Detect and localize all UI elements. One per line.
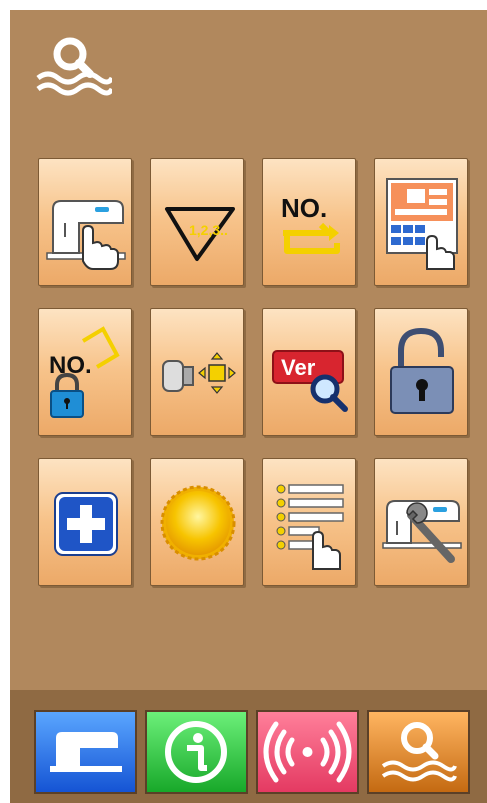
screen: 1,2,3.. NO. NO. Ver [10,10,487,803]
machine-wrench-icon [382,500,462,563]
tile-sewing-machine-touch[interactable] [38,158,132,286]
search-waves-icon [381,722,457,782]
search-button[interactable] [367,710,470,794]
tile-sequence-numbering[interactable]: 1,2,3.. [150,158,244,286]
sewing-machine-touch-icon [46,200,126,270]
sewing-mode-button[interactable] [34,710,137,794]
sun-icon [160,485,236,561]
tile-version-info[interactable]: Ver [262,308,356,436]
sequence-text: 1,2,3.. [189,222,228,238]
bottom-bar [10,690,487,803]
info-button[interactable] [145,710,248,794]
tile-pattern-number-lock[interactable]: NO. [38,308,132,436]
tile-pattern-grid-edit[interactable] [374,158,468,286]
usb-transfer-icon [162,352,236,394]
tile-usb-transfer[interactable] [150,308,244,436]
list-touch-icon [276,484,344,570]
triangle-123-icon: 1,2,3.. [165,207,235,261]
padlock-open-icon [390,327,454,414]
grid-touch-icon [386,178,458,270]
tile-list-settings[interactable] [262,458,356,586]
signal-icon [263,721,352,783]
tile-brightness[interactable] [150,458,244,586]
tile-add[interactable] [38,458,132,586]
no-cycle-icon: NO. [281,193,340,254]
ver-search-icon: Ver [272,350,348,412]
plus-icon [54,492,118,556]
tile-pattern-number-cycle[interactable]: NO. [262,158,356,286]
tile-unlock[interactable] [374,308,468,436]
no-label: NO. [281,193,327,223]
info-icon [165,721,227,783]
tile-machine-maintenance[interactable] [374,458,468,586]
search-waves-icon[interactable] [32,28,112,98]
sewing-machine-icon [50,732,122,772]
no-lock-icon: NO. [49,326,120,418]
ver-label: Ver [281,355,316,380]
signal-button[interactable] [256,710,359,794]
